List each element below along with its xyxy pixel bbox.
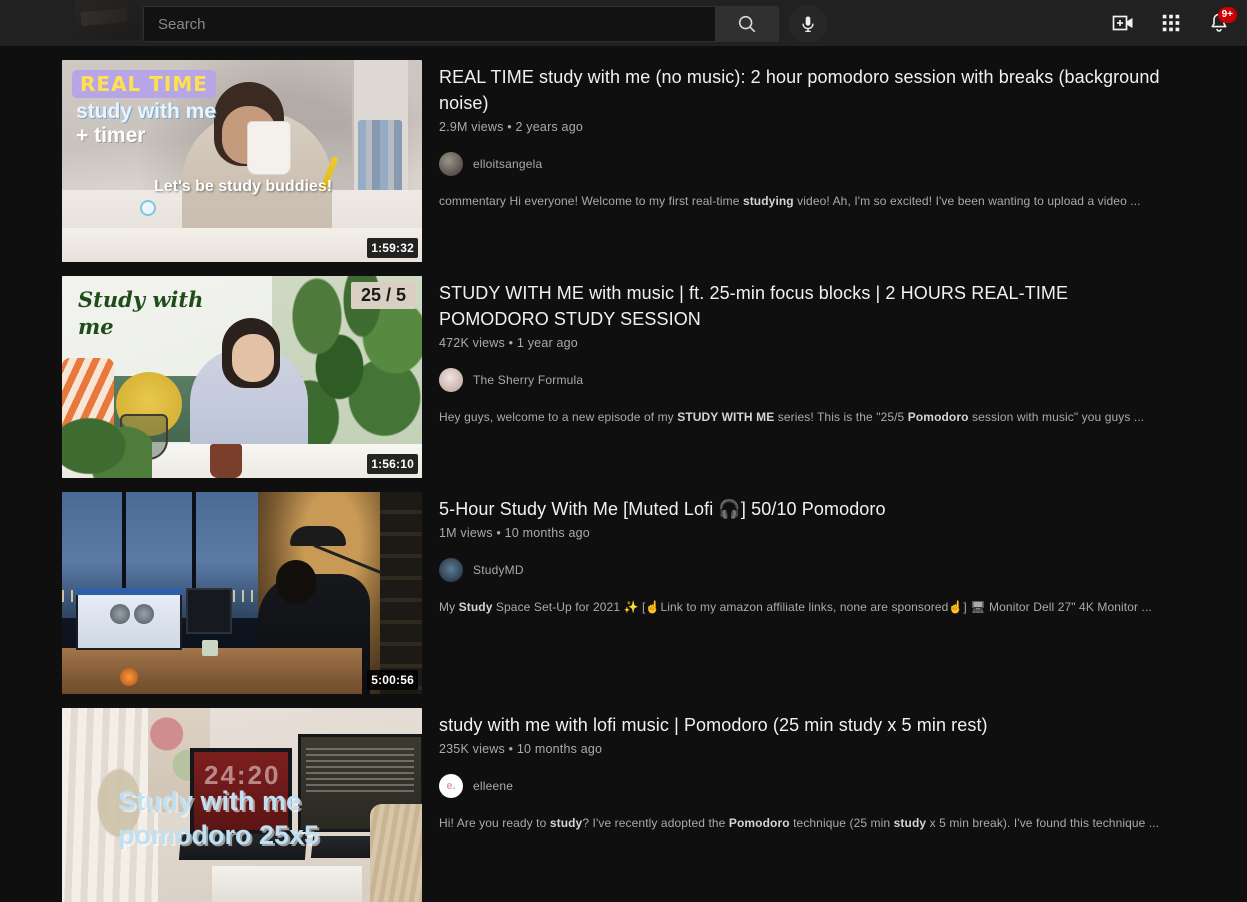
thumb-decor-binder — [212, 866, 362, 902]
channel-avatar: e. — [439, 774, 463, 798]
video-title[interactable]: study with me with lofi music | Pomodoro… — [439, 712, 1162, 738]
thumb-decor-scan-image — [134, 604, 154, 624]
video-meta: REAL TIME study with me (no music): 2 ho… — [422, 60, 1162, 262]
video-stats: 1M views • 10 months ago — [439, 526, 1162, 540]
channel-row[interactable]: StudyMD — [439, 558, 1162, 582]
thumb-decor-tea — [210, 444, 242, 478]
search-input[interactable] — [158, 15, 701, 33]
video-stats: 472K views • 1 year ago — [439, 336, 1162, 350]
search-result-item: REAL TIME study with me + timer Let's be… — [62, 60, 1247, 262]
microphone-icon — [802, 16, 814, 32]
thumb-decor-monitor — [76, 588, 182, 650]
video-duration-badge: 1:56:10 — [367, 454, 418, 474]
thumb-text-ratio: 25 / 5 — [350, 282, 416, 309]
video-age: 2 years ago — [515, 120, 584, 134]
video-description: My Study Space Set-Up for 2021 ✨ [☝Link … — [439, 600, 1152, 614]
video-duration-badge: 5:00:56 — [367, 670, 418, 690]
stats-separator: • — [508, 336, 514, 350]
thumb-decor-monitor-bar — [76, 588, 182, 595]
search-results-list: REAL TIME study with me + timer Let's be… — [0, 46, 1247, 902]
video-meta: STUDY WITH ME with music | ft. 25-min fo… — [422, 276, 1162, 478]
notifications-button[interactable]: 9+ — [1199, 3, 1239, 43]
thumb-decor-lamp — [290, 526, 346, 546]
thumb-decor-bookshelf — [380, 492, 422, 694]
notifications-badge: 9+ — [1217, 7, 1237, 23]
thumb-decor-candle — [120, 668, 138, 686]
thumb-text-line2: study with me — [76, 100, 217, 123]
stats-separator: • — [507, 120, 512, 134]
search-result-item: 24:20 Study with me pomodoro 25x5 study … — [62, 708, 1247, 902]
thumb-decor-head — [276, 560, 316, 604]
voice-search-button[interactable] — [789, 5, 827, 43]
youtube-masthead: 9+ — [0, 0, 1247, 46]
masthead-buttons: 9+ — [1103, 0, 1239, 46]
thumb-text-lineB: pomodoro 25x5 — [118, 820, 320, 850]
video-thumbnail[interactable]: 24:20 Study with me pomodoro 25x5 — [62, 708, 422, 902]
video-age: 10 months ago — [504, 526, 590, 540]
channel-name[interactable]: elleene — [473, 779, 513, 793]
thumb-decor-mug — [202, 640, 218, 656]
channel-name[interactable]: elloitsangela — [473, 157, 542, 171]
channel-avatar — [439, 152, 463, 176]
search-result-item: Study with me 25 / 5 1:56:10 STUDY WITH … — [62, 276, 1247, 478]
channel-name[interactable]: The Sherry Formula — [473, 373, 583, 387]
thumb-text-badge: REAL TIME — [72, 70, 216, 98]
channel-avatar — [439, 368, 463, 392]
search-icon — [738, 15, 756, 33]
create-video-button[interactable] — [1103, 3, 1143, 43]
search-result-item: 5:00:56 5-Hour Study With Me [Muted Lofi… — [62, 492, 1247, 694]
video-stats: 235K views • 10 months ago — [439, 742, 1162, 756]
video-title[interactable]: 5-Hour Study With Me [Muted Lofi 🎧] 50/1… — [439, 496, 1162, 522]
channel-row[interactable]: e. elleene — [439, 774, 1162, 798]
video-thumbnail[interactable]: Study with me 25 / 5 1:56:10 — [62, 276, 422, 478]
thumb-decor-monitor-text — [306, 748, 414, 794]
search-submit-button[interactable] — [715, 6, 779, 42]
video-views: 235K views — [439, 742, 505, 756]
video-age: 1 year ago — [516, 336, 578, 350]
thumb-text-script: Study with me — [78, 287, 204, 339]
thumb-text-line3: + timer — [76, 124, 146, 147]
video-thumbnail[interactable]: 5:00:56 — [62, 492, 422, 694]
video-description: Hi! Are you ready to study? I've recentl… — [439, 816, 1160, 830]
thumb-decor-scan-image — [110, 604, 130, 624]
channel-avatar — [439, 558, 463, 582]
video-title[interactable]: STUDY WITH ME with music | ft. 25-min fo… — [439, 280, 1162, 332]
thumb-decor-clock — [140, 200, 156, 216]
apps-grid-icon — [1162, 14, 1180, 32]
video-title[interactable]: REAL TIME study with me (no music): 2 ho… — [439, 64, 1162, 116]
thumb-text-line4: Let's be study buddies! — [154, 178, 333, 195]
thumb-decor-arm — [370, 804, 422, 902]
stats-separator: • — [496, 526, 501, 540]
thumb-decor-cup — [248, 122, 290, 174]
video-views: 472K views — [439, 336, 505, 350]
channel-row[interactable]: elloitsangela — [439, 152, 1162, 176]
thumb-decor-face — [232, 334, 274, 382]
video-duration-badge: 1:59:32 — [367, 238, 418, 258]
video-meta: 5-Hour Study With Me [Muted Lofi 🎧] 50/1… — [422, 492, 1162, 694]
create-video-icon — [1112, 15, 1133, 31]
video-description: commentary Hi everyone! Welcome to my fi… — [439, 194, 1141, 208]
search-area — [143, 5, 827, 43]
video-stats: 2.9M views • 2 years ago — [439, 120, 1162, 134]
video-views: 1M views — [439, 526, 493, 540]
video-description: Hey guys, welcome to a new episode of my… — [439, 410, 1145, 424]
thumb-decor-laptop — [186, 588, 232, 634]
masthead-left-partial-region — [75, 0, 140, 40]
search-box[interactable] — [143, 6, 715, 42]
video-thumbnail[interactable]: REAL TIME study with me + timer Let's be… — [62, 60, 422, 262]
thumb-decor-plant-left — [62, 398, 152, 478]
video-views: 2.9M views — [439, 120, 504, 134]
channel-name[interactable]: StudyMD — [473, 563, 524, 577]
youtube-apps-button[interactable] — [1151, 3, 1191, 43]
channel-row[interactable]: The Sherry Formula — [439, 368, 1162, 392]
thumb-text-lineA: Study with me — [118, 786, 302, 816]
video-age: 10 months ago — [516, 742, 603, 756]
stats-separator: • — [508, 742, 514, 756]
video-meta: study with me with lofi music | Pomodoro… — [422, 708, 1162, 902]
